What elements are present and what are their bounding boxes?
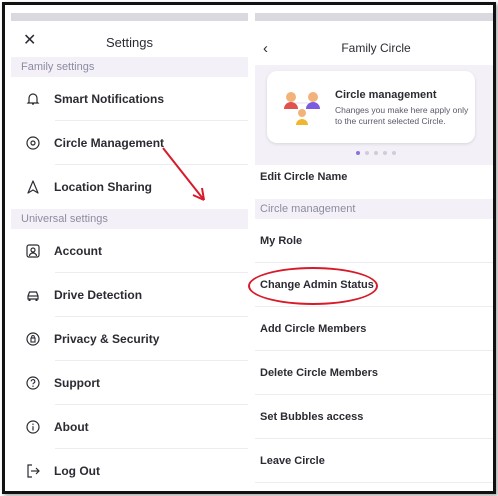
bell-icon [25, 91, 41, 107]
map-strip [11, 13, 248, 21]
settings-item-privacy-security[interactable]: Privacy & Security [11, 317, 248, 361]
logout-icon [25, 463, 41, 479]
circle-management-header: Circle management [255, 199, 493, 219]
location-arrow-icon [25, 179, 41, 195]
settings-item-drive-detection[interactable]: Drive Detection [11, 273, 248, 317]
info-card-area: Circle management Changes you make here … [255, 65, 493, 165]
settings-panel: ✕ Settings Family settings Smart Notific… [11, 13, 248, 491]
settings-item-about[interactable]: About [11, 405, 248, 449]
family-circle-panel: ‹ Family Circle Circle management Change… [255, 13, 493, 491]
shield-icon [25, 331, 41, 347]
item-label: Leave Circle [260, 455, 325, 467]
settings-item-circle-management[interactable]: Circle Management [11, 121, 248, 165]
info-icon [25, 419, 41, 435]
page-title: Family Circle [341, 41, 411, 55]
set-bubbles-access-item[interactable]: Set Bubbles access [255, 395, 493, 439]
my-role-item[interactable]: My Role [255, 219, 493, 263]
settings-item-label: Log Out [54, 464, 100, 478]
item-label: Delete Circle Members [260, 367, 378, 379]
settings-item-label: Privacy & Security [54, 332, 160, 346]
highlight-circle-annotation [248, 267, 378, 305]
settings-item-label: Account [54, 244, 102, 258]
card-title: Circle management [335, 89, 437, 101]
settings-item-log-out[interactable]: Log Out [11, 449, 248, 491]
settings-item-label: Location Sharing [54, 180, 153, 194]
item-label: Edit Circle Name [260, 171, 348, 183]
family-illustration-icon [281, 85, 325, 134]
settings-item-support[interactable]: Support [11, 361, 248, 405]
settings-item-account[interactable]: Account [11, 229, 248, 273]
settings-item-label: Smart Notifications [54, 92, 165, 106]
question-icon [25, 375, 41, 391]
item-label: My Role [260, 235, 303, 247]
settings-item-label: Support [54, 376, 100, 390]
screenshot-frame: ✕ Settings Family settings Smart Notific… [2, 2, 496, 494]
map-strip [255, 13, 493, 21]
divider [255, 482, 493, 483]
target-icon [25, 135, 41, 151]
settings-item-location-sharing[interactable]: Location Sharing [11, 165, 248, 209]
card-description: Changes you make here apply only to the … [335, 105, 469, 126]
item-label: Set Bubbles access [260, 411, 364, 423]
settings-item-smart-notifications[interactable]: Smart Notifications [11, 77, 248, 121]
family-settings-header: Family settings [11, 57, 248, 77]
edit-circle-name-item[interactable]: Edit Circle Name [255, 155, 493, 199]
settings-item-label: Circle Management [54, 136, 165, 150]
universal-settings-header: Universal settings [11, 209, 248, 229]
delete-circle-members-item[interactable]: Delete Circle Members [255, 351, 493, 395]
item-label: Add Circle Members [260, 323, 367, 335]
settings-item-label: About [54, 420, 89, 434]
page-title: Settings [106, 35, 153, 50]
info-card: Circle management Changes you make here … [267, 71, 475, 143]
leave-circle-item[interactable]: Leave Circle [255, 439, 493, 483]
account-icon [25, 243, 41, 259]
add-circle-members-item[interactable]: Add Circle Members [255, 307, 493, 351]
car-icon [25, 287, 41, 303]
settings-item-label: Drive Detection [54, 288, 143, 302]
